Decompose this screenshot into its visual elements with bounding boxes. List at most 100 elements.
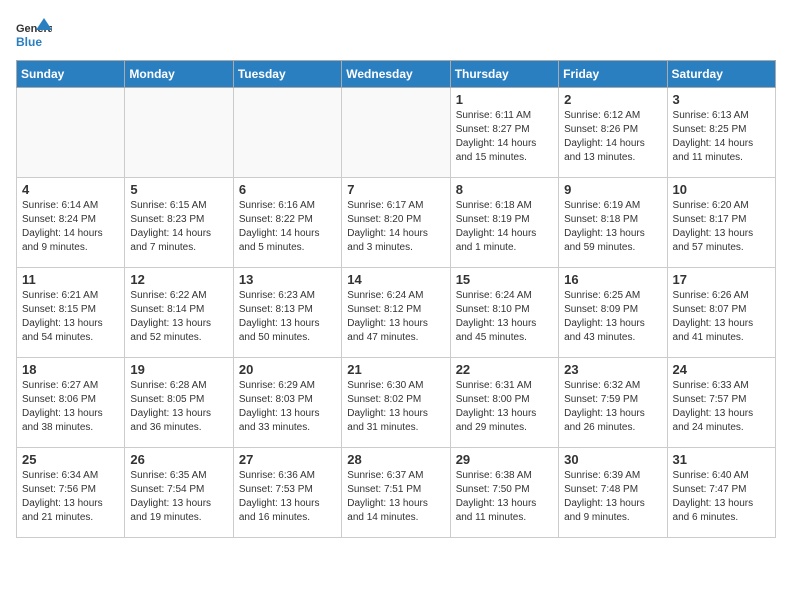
- day-info: Sunrise: 6:40 AM Sunset: 7:47 PM Dayligh…: [673, 469, 770, 525]
- calendar-cell: 15 Sunrise: 6:24 AM Sunset: 8:10 PM Dayli…: [450, 268, 558, 358]
- calendar-cell: 21 Sunrise: 6:30 AM Sunset: 8:02 PM Dayli…: [342, 358, 450, 448]
- calendar-cell: 6 Sunrise: 6:16 AM Sunset: 8:22 PM Daylig…: [233, 178, 341, 268]
- day-number: 5: [130, 182, 227, 197]
- calendar-week-2: 11Sunrise: 6:21 AM Sunset: 8:15 PM Dayli…: [17, 268, 776, 358]
- day-info: Sunrise: 6:14 AM Sunset: 8:24 PM Dayligh…: [22, 199, 119, 255]
- day-number: 6: [239, 182, 336, 197]
- day-number: 15: [456, 272, 553, 287]
- day-number: 23: [564, 362, 661, 377]
- day-info: Sunrise: 6:20 AM Sunset: 8:17 PM Dayligh…: [673, 199, 770, 255]
- svg-text:Blue: Blue: [16, 35, 42, 49]
- weekday-header-monday: Monday: [125, 61, 233, 88]
- calendar-cell: 28 Sunrise: 6:37 AM Sunset: 7:51 PM Dayli…: [342, 448, 450, 538]
- day-info: Sunrise: 6:30 AM Sunset: 8:02 PM Dayligh…: [347, 379, 444, 435]
- day-info: Sunrise: 6:26 AM Sunset: 8:07 PM Dayligh…: [673, 289, 770, 345]
- calendar-week-3: 18 Sunrise: 6:27 AM Sunset: 8:06 PM Dayli…: [17, 358, 776, 448]
- day-number: 2: [564, 92, 661, 107]
- calendar-cell: 8 Sunrise: 6:18 AM Sunset: 8:19 PM Daylig…: [450, 178, 558, 268]
- weekday-header-saturday: Saturday: [667, 61, 775, 88]
- day-number: 22: [456, 362, 553, 377]
- day-number: 7: [347, 182, 444, 197]
- day-info: Sunrise: 6:36 AM Sunset: 7:53 PM Dayligh…: [239, 469, 336, 525]
- calendar-cell: 27 Sunrise: 6:36 AM Sunset: 7:53 PM Dayli…: [233, 448, 341, 538]
- day-info: Sunrise: 6:39 AM Sunset: 7:48 PM Dayligh…: [564, 469, 661, 525]
- calendar-cell: 22 Sunrise: 6:31 AM Sunset: 8:00 PM Dayli…: [450, 358, 558, 448]
- day-info: Sunrise: 6:25 AM Sunset: 8:09 PM Dayligh…: [564, 289, 661, 345]
- day-info: Sunrise: 6:32 AM Sunset: 7:59 PM Dayligh…: [564, 379, 661, 435]
- day-number: 13: [239, 272, 336, 287]
- calendar-cell: 12 Sunrise: 6:22 AM Sunset: 8:14 PM Dayli…: [125, 268, 233, 358]
- calendar-cell: [233, 88, 341, 178]
- calendar-cell: 16 Sunrise: 6:25 AM Sunset: 8:09 PM Dayli…: [559, 268, 667, 358]
- calendar: SundayMondayTuesdayWednesdayThursdayFrid…: [16, 60, 776, 538]
- calendar-cell: [17, 88, 125, 178]
- logo-svg: General Blue: [16, 16, 52, 52]
- day-number: 1: [456, 92, 553, 107]
- day-number: 19: [130, 362, 227, 377]
- day-number: 28: [347, 452, 444, 467]
- day-number: 21: [347, 362, 444, 377]
- header: General Blue: [16, 16, 776, 52]
- calendar-cell: 3Sunrise: 6:13 AM Sunset: 8:25 PM Daylig…: [667, 88, 775, 178]
- calendar-cell: 30 Sunrise: 6:39 AM Sunset: 7:48 PM Dayli…: [559, 448, 667, 538]
- calendar-cell: 20Sunrise: 6:29 AM Sunset: 8:03 PM Dayli…: [233, 358, 341, 448]
- day-number: 9: [564, 182, 661, 197]
- day-info: Sunrise: 6:15 AM Sunset: 8:23 PM Dayligh…: [130, 199, 227, 255]
- weekday-header-sunday: Sunday: [17, 61, 125, 88]
- day-number: 27: [239, 452, 336, 467]
- weekday-header-friday: Friday: [559, 61, 667, 88]
- day-number: 30: [564, 452, 661, 467]
- day-info: Sunrise: 6:24 AM Sunset: 8:10 PM Dayligh…: [456, 289, 553, 345]
- day-info: Sunrise: 6:37 AM Sunset: 7:51 PM Dayligh…: [347, 469, 444, 525]
- day-number: 26: [130, 452, 227, 467]
- calendar-cell: 14 Sunrise: 6:24 AM Sunset: 8:12 PM Dayli…: [342, 268, 450, 358]
- day-info: Sunrise: 6:27 AM Sunset: 8:06 PM Dayligh…: [22, 379, 119, 435]
- day-number: 4: [22, 182, 119, 197]
- calendar-cell: 19 Sunrise: 6:28 AM Sunset: 8:05 PM Dayli…: [125, 358, 233, 448]
- day-info: Sunrise: 6:22 AM Sunset: 8:14 PM Dayligh…: [130, 289, 227, 345]
- calendar-cell: 2 Sunrise: 6:12 AM Sunset: 8:26 PM Daylig…: [559, 88, 667, 178]
- calendar-cell: 13 Sunrise: 6:23 AM Sunset: 8:13 PM Dayli…: [233, 268, 341, 358]
- calendar-cell: 23 Sunrise: 6:32 AM Sunset: 7:59 PM Dayli…: [559, 358, 667, 448]
- calendar-cell: 11Sunrise: 6:21 AM Sunset: 8:15 PM Dayli…: [17, 268, 125, 358]
- day-info: Sunrise: 6:12 AM Sunset: 8:26 PM Dayligh…: [564, 109, 661, 165]
- calendar-cell: 9Sunrise: 6:19 AM Sunset: 8:18 PM Daylig…: [559, 178, 667, 268]
- day-number: 14: [347, 272, 444, 287]
- day-number: 12: [130, 272, 227, 287]
- calendar-week-4: 25Sunrise: 6:34 AM Sunset: 7:56 PM Dayli…: [17, 448, 776, 538]
- calendar-cell: 10 Sunrise: 6:20 AM Sunset: 8:17 PM Dayli…: [667, 178, 775, 268]
- day-info: Sunrise: 6:23 AM Sunset: 8:13 PM Dayligh…: [239, 289, 336, 345]
- calendar-cell: 1 Sunrise: 6:11 AM Sunset: 8:27 PM Daylig…: [450, 88, 558, 178]
- day-info: Sunrise: 6:18 AM Sunset: 8:19 PM Dayligh…: [456, 199, 553, 255]
- day-number: 17: [673, 272, 770, 287]
- day-info: Sunrise: 6:24 AM Sunset: 8:12 PM Dayligh…: [347, 289, 444, 345]
- calendar-week-1: 4 Sunrise: 6:14 AM Sunset: 8:24 PM Daylig…: [17, 178, 776, 268]
- day-info: Sunrise: 6:16 AM Sunset: 8:22 PM Dayligh…: [239, 199, 336, 255]
- day-info: Sunrise: 6:17 AM Sunset: 8:20 PM Dayligh…: [347, 199, 444, 255]
- calendar-week-0: 1 Sunrise: 6:11 AM Sunset: 8:27 PM Daylig…: [17, 88, 776, 178]
- day-number: 3: [673, 92, 770, 107]
- weekday-header-tuesday: Tuesday: [233, 61, 341, 88]
- calendar-cell: 5 Sunrise: 6:15 AM Sunset: 8:23 PM Daylig…: [125, 178, 233, 268]
- logo: General Blue: [16, 16, 52, 52]
- day-number: 16: [564, 272, 661, 287]
- calendar-cell: 29Sunrise: 6:38 AM Sunset: 7:50 PM Dayli…: [450, 448, 558, 538]
- calendar-cell: 18 Sunrise: 6:27 AM Sunset: 8:06 PM Dayli…: [17, 358, 125, 448]
- calendar-cell: 25Sunrise: 6:34 AM Sunset: 7:56 PM Dayli…: [17, 448, 125, 538]
- day-number: 8: [456, 182, 553, 197]
- day-info: Sunrise: 6:31 AM Sunset: 8:00 PM Dayligh…: [456, 379, 553, 435]
- day-info: Sunrise: 6:11 AM Sunset: 8:27 PM Dayligh…: [456, 109, 553, 165]
- calendar-cell: 26Sunrise: 6:35 AM Sunset: 7:54 PM Dayli…: [125, 448, 233, 538]
- calendar-cell: [342, 88, 450, 178]
- weekday-header-row: SundayMondayTuesdayWednesdayThursdayFrid…: [17, 61, 776, 88]
- calendar-cell: 4 Sunrise: 6:14 AM Sunset: 8:24 PM Daylig…: [17, 178, 125, 268]
- weekday-header-wednesday: Wednesday: [342, 61, 450, 88]
- day-info: Sunrise: 6:28 AM Sunset: 8:05 PM Dayligh…: [130, 379, 227, 435]
- day-number: 18: [22, 362, 119, 377]
- calendar-cell: 31Sunrise: 6:40 AM Sunset: 7:47 PM Dayli…: [667, 448, 775, 538]
- weekday-header-thursday: Thursday: [450, 61, 558, 88]
- day-info: Sunrise: 6:34 AM Sunset: 7:56 PM Dayligh…: [22, 469, 119, 525]
- day-number: 29: [456, 452, 553, 467]
- calendar-cell: 7 Sunrise: 6:17 AM Sunset: 8:20 PM Daylig…: [342, 178, 450, 268]
- day-number: 10: [673, 182, 770, 197]
